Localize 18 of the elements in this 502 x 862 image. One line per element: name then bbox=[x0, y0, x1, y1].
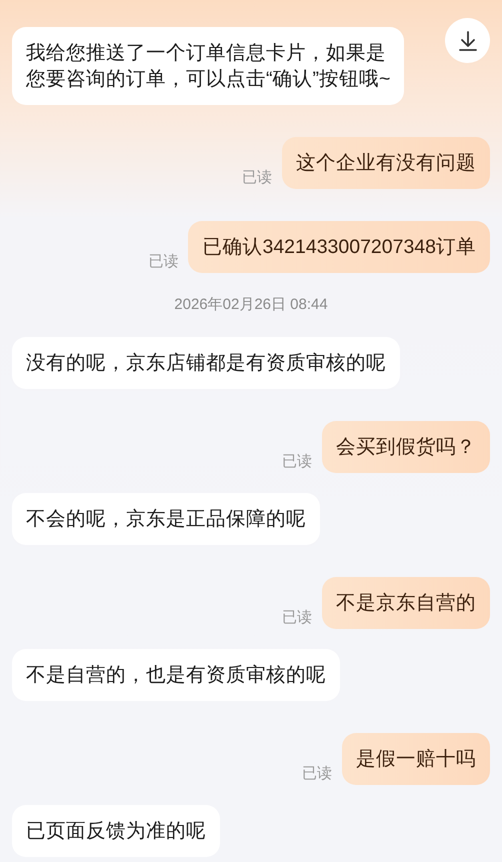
read-receipt: 已读 bbox=[148, 253, 178, 271]
user-message: 不是京东自营的 bbox=[322, 577, 490, 629]
download-button[interactable] bbox=[445, 18, 490, 63]
user-message: 会买到假货吗？ bbox=[322, 421, 490, 473]
read-receipt: 已读 bbox=[282, 453, 312, 471]
agent-message: 不会的呢，京东是正品保障的呢 bbox=[12, 493, 320, 545]
user-message: 这个企业有没有问题 bbox=[282, 137, 490, 189]
download-icon bbox=[458, 30, 478, 52]
agent-message: 我给您推送了一个订单信息卡片，如果是 您要咨询的订单，可以点击“确认”按钮哦~ bbox=[12, 27, 404, 105]
agent-message: 已页面反馈为准的呢 bbox=[12, 805, 220, 857]
agent-message: 没有的呢，京东店铺都是有资质审核的呢 bbox=[12, 337, 400, 389]
read-receipt: 已读 bbox=[242, 169, 272, 187]
timestamp: 2026年02月26日 08:44 bbox=[174, 295, 328, 315]
user-message: 是假一赔十吗 bbox=[342, 733, 490, 785]
agent-message: 不是自营的，也是有资质审核的呢 bbox=[12, 649, 340, 701]
user-message: 已确认3421433007207348订单 bbox=[188, 221, 490, 273]
read-receipt: 已读 bbox=[282, 609, 312, 627]
read-receipt: 已读 bbox=[302, 765, 332, 783]
